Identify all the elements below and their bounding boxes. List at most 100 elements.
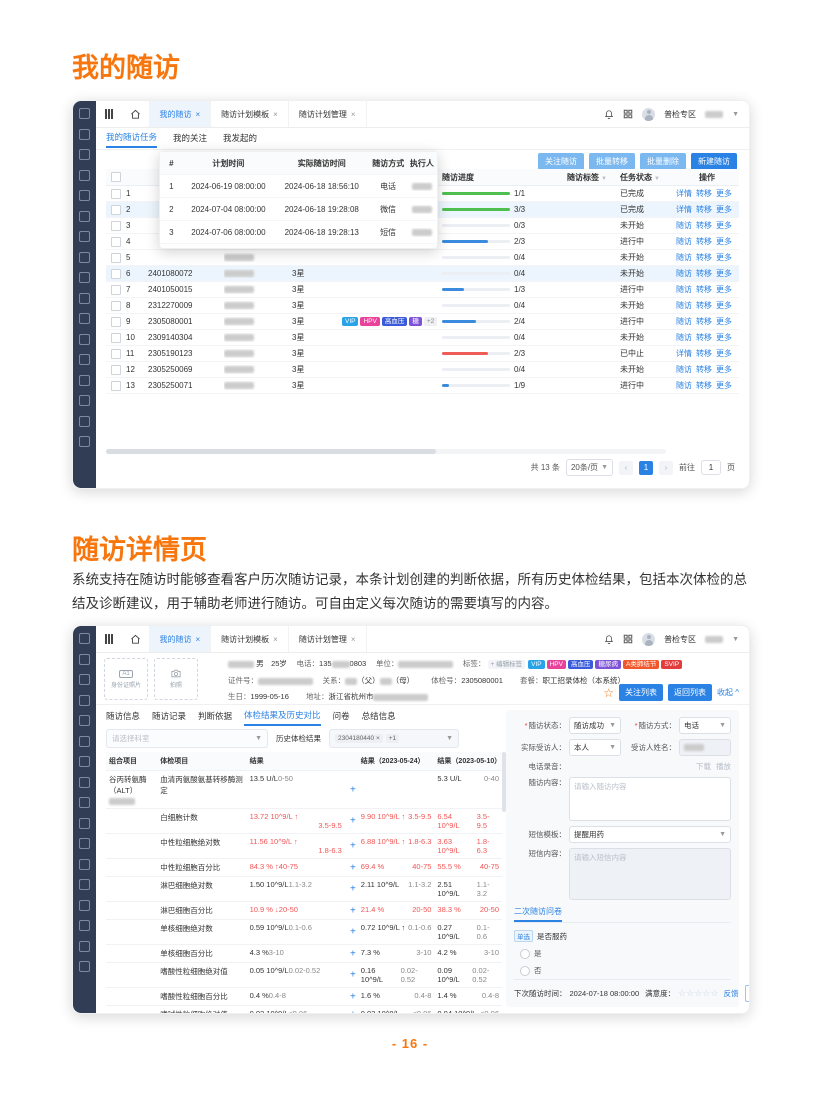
row-checkbox[interactable] [111,301,121,311]
action-link-转移[interactable]: 转移 [696,332,712,343]
subtab[interactable]: 我的关注 [173,129,207,147]
filter-icon[interactable]: ▼ [654,176,660,182]
action-link-转移[interactable]: 转移 [696,252,712,263]
star-icon[interactable]: ☆ [710,988,718,998]
row-checkbox[interactable] [111,269,121,279]
apps-grid-icon[interactable] [623,109,633,119]
take-photo-box[interactable]: 拍照 [154,658,198,700]
exam-number[interactable]: 2305080001 [148,317,224,326]
action-link-随访[interactable]: 随访 [676,300,692,311]
detail-tab[interactable]: 判断依据 [198,707,232,725]
respondent-select[interactable]: 本人▼ [569,739,621,756]
prev-page-button[interactable]: ‹ [619,461,633,475]
action-link-更多[interactable]: 更多 [716,348,732,359]
chevron-down-icon[interactable]: ▼ [732,636,739,643]
action-link-转移[interactable]: 转移 [696,204,712,215]
exam-number[interactable]: 2312270009 [148,301,224,310]
detail-tab[interactable]: 体检结果及历史对比 [244,706,321,726]
history-tag[interactable]: 2304180440 × [335,734,383,743]
next-page-button[interactable]: › [659,461,673,475]
action-link-更多[interactable]: 更多 [716,220,732,231]
add-icon[interactable]: + [350,816,356,827]
window-tab[interactable]: 我的随访× [150,626,212,652]
action-link-更多[interactable]: 更多 [716,252,732,263]
action-link-转移[interactable]: 转移 [696,284,712,295]
window-tab[interactable]: 随访计划模板× [211,626,289,652]
radio-icon[interactable] [520,949,530,959]
row-checkbox[interactable] [111,285,121,295]
apps-grid-icon[interactable] [623,634,633,644]
action-link-更多[interactable]: 更多 [716,380,732,391]
bell-icon[interactable] [604,634,614,645]
action-link-更多[interactable]: 更多 [716,268,732,279]
radio-option[interactable]: 否 [520,965,731,976]
close-icon[interactable]: × [273,635,278,644]
history-results-select[interactable]: 2304180440 × +1 ▼ [329,729,459,748]
follow-list-button[interactable]: 关注列表 [619,684,663,701]
goto-page-input[interactable]: 1 [701,460,721,475]
action-link-转移[interactable]: 转移 [696,316,712,327]
detail-tab[interactable]: 总结信息 [362,707,396,725]
action-link-转移[interactable]: 转移 [696,348,712,359]
home-icon[interactable] [122,101,150,127]
close-icon[interactable]: × [351,110,356,119]
window-tab[interactable]: 随访计划管理× [289,101,367,127]
row-checkbox[interactable] [111,381,121,391]
detail-tab[interactable]: 问卷 [333,707,350,725]
exam-number[interactable]: 2305250069 [148,365,224,374]
exam-number[interactable]: 2309140304 [148,333,224,342]
row-checkbox[interactable] [111,317,121,327]
avatar[interactable] [642,633,655,646]
toolbar-button[interactable]: 批量转移 [589,153,635,170]
action-link-更多[interactable]: 更多 [716,332,732,343]
action-link-转移[interactable]: 转移 [696,236,712,247]
row-checkbox[interactable] [111,365,121,375]
row-checkbox[interactable] [111,189,121,199]
add-icon[interactable]: + [350,1009,356,1013]
secondary-questionnaire-tab[interactable]: 二次随访问卷 [514,906,562,922]
current-page-button[interactable]: 1 [639,461,653,475]
subtab[interactable]: 我的随访任务 [106,128,157,148]
horizontal-scrollbar[interactable] [106,449,666,454]
add-icon[interactable]: + [350,991,356,1002]
add-icon[interactable]: + [350,905,356,916]
add-icon[interactable]: + [350,841,356,852]
action-link-详情[interactable]: 详情 [676,348,692,359]
download-link[interactable]: 下载 [696,761,711,772]
exam-number[interactable]: 2401050015 [148,285,224,294]
action-link-随访[interactable]: 随访 [676,284,692,295]
exam-number[interactable]: 2305190123 [148,349,224,358]
action-link-随访[interactable]: 随访 [676,220,692,231]
add-icon[interactable]: + [350,862,356,873]
chevron-down-icon[interactable]: ▼ [732,111,739,118]
add-icon[interactable]: + [350,948,356,959]
action-link-转移[interactable]: 转移 [696,300,712,311]
respondent-name-input[interactable] [679,739,731,756]
detail-tab[interactable]: 随访记录 [152,707,186,725]
close-icon[interactable]: × [196,635,201,644]
action-link-更多[interactable]: 更多 [716,236,732,247]
add-icon[interactable]: + [350,884,356,895]
action-link-详情[interactable]: 详情 [676,188,692,199]
action-link-更多[interactable]: 更多 [716,316,732,327]
row-checkbox[interactable] [111,349,121,359]
action-link-随访[interactable]: 随访 [676,332,692,343]
action-link-转移[interactable]: 转移 [696,364,712,375]
left-sidebar[interactable] [73,101,96,488]
play-link[interactable]: 播放 [716,761,731,772]
radio-option[interactable]: 是 [520,948,731,959]
edit-tags-button[interactable]: + 编辑标签 [488,660,526,669]
home-icon[interactable] [122,626,150,652]
action-link-随访[interactable]: 随访 [676,380,692,391]
action-link-随访[interactable]: 随访 [676,364,692,375]
close-icon[interactable]: × [196,110,201,119]
close-icon[interactable]: × [351,635,356,644]
page-size-select[interactable]: 20条/页▼ [566,459,613,476]
collapse-link[interactable]: 收起 ^ [717,687,739,698]
method-select[interactable]: 电话▼ [679,717,731,734]
add-icon[interactable]: + [350,970,356,981]
left-sidebar[interactable] [73,626,96,1013]
action-link-更多[interactable]: 更多 [716,284,732,295]
status-select[interactable]: 随访成功▼ [569,717,621,734]
subtab[interactable]: 我发起的 [223,129,257,147]
